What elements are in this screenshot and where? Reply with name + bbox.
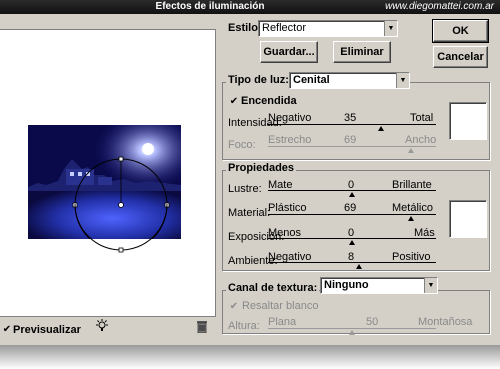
title-bar: Efectos de iluminación www.diegomattei.c… xyxy=(0,0,500,14)
light-color-swatch[interactable] xyxy=(449,102,487,140)
preview-label: Previsualizar xyxy=(13,324,81,336)
trash-icon[interactable] xyxy=(196,320,208,333)
lighting-effects-dialog: Efectos de iluminación www.diegomattei.c… xyxy=(0,0,500,345)
preview-image[interactable] xyxy=(28,125,181,239)
height-value: 50 xyxy=(366,316,379,328)
intensity-slider-thumb[interactable] xyxy=(377,126,384,131)
cancel-button[interactable]: Cancelar xyxy=(433,46,488,68)
preview-panel xyxy=(0,29,216,317)
gloss-slider-track[interactable] xyxy=(268,190,436,191)
material-min-label: Plástico xyxy=(268,202,307,214)
texture-value: Ninguno xyxy=(324,279,369,291)
exposure-slider-thumb[interactable] xyxy=(349,240,355,245)
delete-button[interactable]: Eliminar xyxy=(333,41,391,63)
chevron-down-icon: ▼ xyxy=(384,21,397,36)
intensity-slider-track[interactable] xyxy=(268,124,436,125)
preview-checkbox[interactable]: ✔ xyxy=(2,325,12,335)
texture-select[interactable]: Ninguno ▼ xyxy=(320,277,438,294)
watermark: www.diegomattei.com.ar xyxy=(385,1,494,12)
focus-label: Foco: xyxy=(228,139,256,151)
gloss-slider-thumb[interactable] xyxy=(349,192,355,197)
gloss-label: Lustre: xyxy=(228,183,262,195)
light-on-label: Encendida xyxy=(241,95,297,107)
highlight-white-label: Resaltar blanco xyxy=(242,300,319,312)
material-slider-thumb[interactable] xyxy=(407,216,414,221)
intensity-min-label: Negativo xyxy=(268,112,312,124)
focus-slider-track[interactable] xyxy=(268,146,436,147)
style-select[interactable]: Reflector ▼ xyxy=(258,20,398,37)
ok-button[interactable]: OK xyxy=(432,19,489,43)
material-label: Material: xyxy=(228,207,271,219)
light-bulb-icon[interactable] xyxy=(95,319,109,333)
focus-slider-thumb[interactable] xyxy=(407,148,414,153)
material-max-label: Metálico xyxy=(392,202,433,214)
style-label: Estilo: xyxy=(228,22,262,34)
ambient-color-swatch[interactable] xyxy=(449,200,487,238)
texture-label: Canal de textura: xyxy=(226,282,320,294)
chevron-down-icon: ▼ xyxy=(396,73,409,88)
focus-max-label: Ancho xyxy=(405,134,437,146)
intensity-value: 35 xyxy=(344,112,357,124)
chevron-down-icon: ▼ xyxy=(424,278,437,293)
intensity-max-label: Total xyxy=(410,112,434,124)
dialog-title: Efectos de iluminación xyxy=(155,1,265,12)
height-label: Altura: xyxy=(228,320,260,332)
window-shadow xyxy=(0,345,500,369)
height-max-label: Montañosa xyxy=(418,316,473,328)
exposure-slider-track[interactable] xyxy=(268,238,436,239)
highlight-white-checkbox[interactable]: ✔ xyxy=(229,302,239,312)
focus-value: 69 xyxy=(344,134,357,146)
light-type-select[interactable]: Cenital ▼ xyxy=(289,72,410,89)
light-on-checkbox[interactable]: ✔ xyxy=(229,97,239,107)
material-slider-track[interactable] xyxy=(268,214,436,215)
ambience-slider-thumb[interactable] xyxy=(355,264,362,269)
height-min-label: Plana xyxy=(268,316,297,328)
focus-min-label: Estrecho xyxy=(268,134,312,146)
properties-title: Propiedades xyxy=(226,162,297,174)
height-slider-thumb[interactable] xyxy=(349,330,355,335)
save-button[interactable]: Guardar... xyxy=(260,41,318,63)
height-slider-track[interactable] xyxy=(268,328,436,329)
ambience-slider-track[interactable] xyxy=(268,262,436,263)
light-type-value: Cenital xyxy=(293,74,330,86)
material-value: 69 xyxy=(344,202,357,214)
style-value: Reflector xyxy=(262,22,307,34)
light-type-label: Tipo de luz: xyxy=(226,74,291,86)
